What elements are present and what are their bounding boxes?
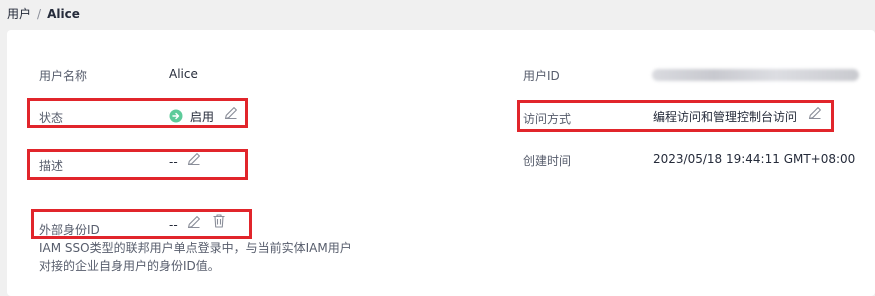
description-label: 描述 bbox=[39, 159, 64, 173]
user-detail-card: 用户名称 Alice 状态 启用 描述 -- 外部身份ID -- IAM SSO… bbox=[7, 30, 875, 296]
enabled-status-icon bbox=[168, 108, 184, 124]
breadcrumb-separator: / bbox=[37, 7, 42, 21]
external-id-hint-line2: 对接的企业自身用户的身份ID值。 bbox=[39, 259, 220, 273]
edit-access-icon[interactable] bbox=[807, 105, 823, 121]
username-label: 用户名称 bbox=[39, 69, 88, 83]
external-id-value: -- bbox=[169, 218, 178, 232]
user-id-redacted-value bbox=[652, 69, 859, 81]
external-id-hint-line1: IAM SSO类型的联邦用户单点登录中，与当前实体IAM用户 bbox=[39, 241, 352, 255]
edit-description-icon[interactable] bbox=[186, 151, 202, 167]
status-label: 状态 bbox=[39, 111, 64, 125]
access-value: 编程访问和管理控制台访问 bbox=[653, 110, 798, 124]
username-value: Alice bbox=[169, 67, 198, 81]
external-id-label: 外部身份ID bbox=[39, 223, 100, 237]
access-label: 访问方式 bbox=[523, 112, 572, 126]
edit-external-id-icon[interactable] bbox=[186, 214, 202, 230]
created-value: 2023/05/18 19:44:11 GMT+08:00 bbox=[653, 152, 856, 166]
user-id-label: 用户ID bbox=[523, 69, 560, 83]
delete-external-id-icon[interactable] bbox=[211, 213, 227, 229]
created-label: 创建时间 bbox=[523, 154, 572, 168]
breadcrumb-parent[interactable]: 用户 bbox=[7, 7, 31, 21]
breadcrumb: 用户 / Alice bbox=[7, 5, 80, 22]
breadcrumb-current: Alice bbox=[47, 7, 80, 21]
edit-status-icon[interactable] bbox=[223, 105, 239, 121]
status-value: 启用 bbox=[190, 110, 215, 124]
description-value: -- bbox=[169, 155, 178, 169]
